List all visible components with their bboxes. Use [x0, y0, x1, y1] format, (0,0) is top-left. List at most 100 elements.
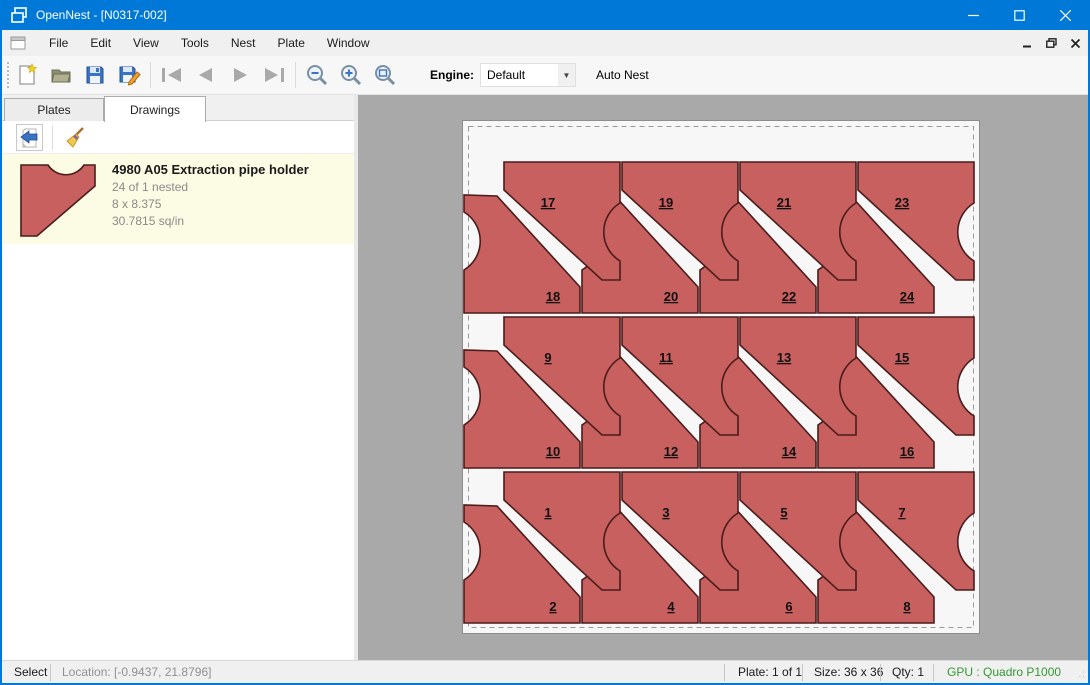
- menu-file[interactable]: File: [38, 31, 79, 55]
- part-number-label: 1: [544, 505, 551, 520]
- menu-nest[interactable]: Nest: [220, 31, 267, 55]
- status-mode: Select: [14, 665, 47, 679]
- open-folder-icon: [49, 63, 73, 87]
- part-number-label: 15: [895, 350, 909, 365]
- part-number-label: 4: [667, 599, 675, 614]
- zoom-fit-button[interactable]: [368, 60, 402, 90]
- part-number-label: 6: [785, 599, 792, 614]
- save-icon: [83, 63, 107, 87]
- part-number-label: 10: [546, 444, 560, 459]
- drawing-dimensions: 8 x 8.375: [112, 197, 309, 211]
- next-plate-button[interactable]: [223, 60, 257, 90]
- send-to-plate-icon: [19, 127, 41, 149]
- go-last-icon: [261, 65, 287, 85]
- last-plate-button[interactable]: [257, 60, 291, 90]
- zoom-fit-icon: [373, 63, 397, 87]
- first-plate-button[interactable]: [155, 60, 189, 90]
- part-number-label: 11: [659, 350, 673, 365]
- menu-tools[interactable]: Tools: [170, 31, 220, 55]
- chevron-down-icon[interactable]: ▼: [558, 64, 575, 86]
- document-window-icon: [10, 36, 26, 50]
- new-file-button[interactable]: [10, 60, 44, 90]
- menu-edit[interactable]: Edit: [79, 31, 122, 55]
- menu-bar: File Edit View Tools Nest Plate Window: [2, 30, 1088, 56]
- drawing-title: 4980 A05 Extraction pipe holder: [112, 162, 309, 177]
- close-icon: [1060, 10, 1071, 21]
- go-previous-icon: [194, 65, 218, 85]
- child-restore-icon: [1046, 38, 1057, 48]
- auto-nest-button[interactable]: Auto Nest: [588, 63, 657, 87]
- part-number-label: 19: [659, 195, 673, 210]
- zoom-in-button[interactable]: [334, 60, 368, 90]
- status-location: Location: [-0.9437, 21.8796]: [62, 665, 211, 679]
- menu-view[interactable]: View: [122, 31, 170, 55]
- maximize-icon: [1014, 10, 1025, 21]
- window-title: OpenNest - [N0317-002]: [36, 8, 167, 22]
- zoom-out-icon: [305, 63, 329, 87]
- part-number-label: 12: [664, 444, 678, 459]
- part-number-label: 2: [549, 599, 556, 614]
- minimize-button[interactable]: [950, 0, 996, 30]
- save-as-icon: [117, 63, 141, 87]
- sidebar-tabstrip: Plates Drawings: [2, 95, 354, 121]
- engine-value: Default: [481, 68, 558, 82]
- panel-separator: [52, 126, 53, 150]
- part-number-label: 7: [898, 505, 905, 520]
- drawing-area: 30.7815 sq/in: [112, 214, 309, 228]
- send-to-plate-button[interactable]: [16, 124, 43, 151]
- child-minimize-icon: [1023, 39, 1032, 48]
- main-toolbar: Engine: Default ▼ Auto Nest: [2, 56, 1088, 95]
- go-first-icon: [159, 65, 185, 85]
- resize-grip[interactable]: .:: [1078, 669, 1086, 680]
- status-gpu: GPU : Quadro P1000: [947, 665, 1061, 679]
- drawings-toolbar: [2, 122, 354, 154]
- zoom-in-icon: [339, 63, 363, 87]
- engine-combobox[interactable]: Default ▼: [480, 63, 576, 87]
- child-minimize-button[interactable]: [1020, 36, 1034, 50]
- child-restore-button[interactable]: [1044, 36, 1058, 50]
- part-number-label: 3: [662, 505, 669, 520]
- menu-plate[interactable]: Plate: [267, 31, 316, 55]
- open-file-button[interactable]: [44, 60, 78, 90]
- child-close-button[interactable]: [1068, 36, 1082, 50]
- part-number-label: 5: [780, 505, 787, 520]
- part-number-label: 18: [546, 289, 560, 304]
- part-number-label: 17: [541, 195, 555, 210]
- tab-plates[interactable]: Plates: [4, 98, 104, 121]
- clean-broom-icon: [63, 126, 87, 150]
- part-number-label: 16: [900, 444, 914, 459]
- part-number-label: 24: [900, 289, 915, 304]
- status-plate: Plate: 1 of 1: [738, 665, 802, 679]
- plate-drawing: 182022241719212310121416911131524681357: [463, 121, 979, 633]
- opennest-window: OpenNest - [N0317-002] File Edit View To…: [0, 0, 1090, 685]
- plate[interactable]: 182022241719212310121416911131524681357: [463, 121, 979, 633]
- new-file-icon: [15, 63, 39, 87]
- zoom-out-button[interactable]: [300, 60, 334, 90]
- title-bar: OpenNest - [N0317-002]: [2, 0, 1088, 30]
- part-number-label: 21: [777, 195, 791, 210]
- maximize-button[interactable]: [996, 0, 1042, 30]
- minimize-icon: [968, 10, 979, 21]
- previous-plate-button[interactable]: [189, 60, 223, 90]
- save-button[interactable]: [78, 60, 112, 90]
- drawing-list-item[interactable]: 4980 A05 Extraction pipe holder 24 of 1 …: [2, 154, 354, 244]
- menu-window[interactable]: Window: [316, 31, 381, 55]
- part-number-label: 20: [664, 289, 678, 304]
- part-number-label: 22: [782, 289, 796, 304]
- nest-canvas[interactable]: 182022241719212310121416911131524681357: [358, 95, 1090, 660]
- part-number-label: 14: [782, 444, 797, 459]
- close-button[interactable]: [1042, 0, 1088, 30]
- part-thumbnail: [20, 164, 98, 238]
- toolbar-separator: [150, 62, 151, 88]
- status-size: Size: 36 x 36: [814, 665, 883, 679]
- tab-drawings[interactable]: Drawings: [104, 96, 206, 122]
- clean-button[interactable]: [61, 124, 88, 151]
- engine-label: Engine:: [430, 68, 474, 82]
- sidebar: Plates Drawings: [2, 95, 354, 660]
- part-number-label: 9: [544, 350, 551, 365]
- child-close-icon: [1071, 39, 1080, 48]
- toolbar-separator: [295, 62, 296, 88]
- save-as-button[interactable]: [112, 60, 146, 90]
- status-qty: Qty: 1: [892, 665, 924, 679]
- part-number-label: 23: [895, 195, 909, 210]
